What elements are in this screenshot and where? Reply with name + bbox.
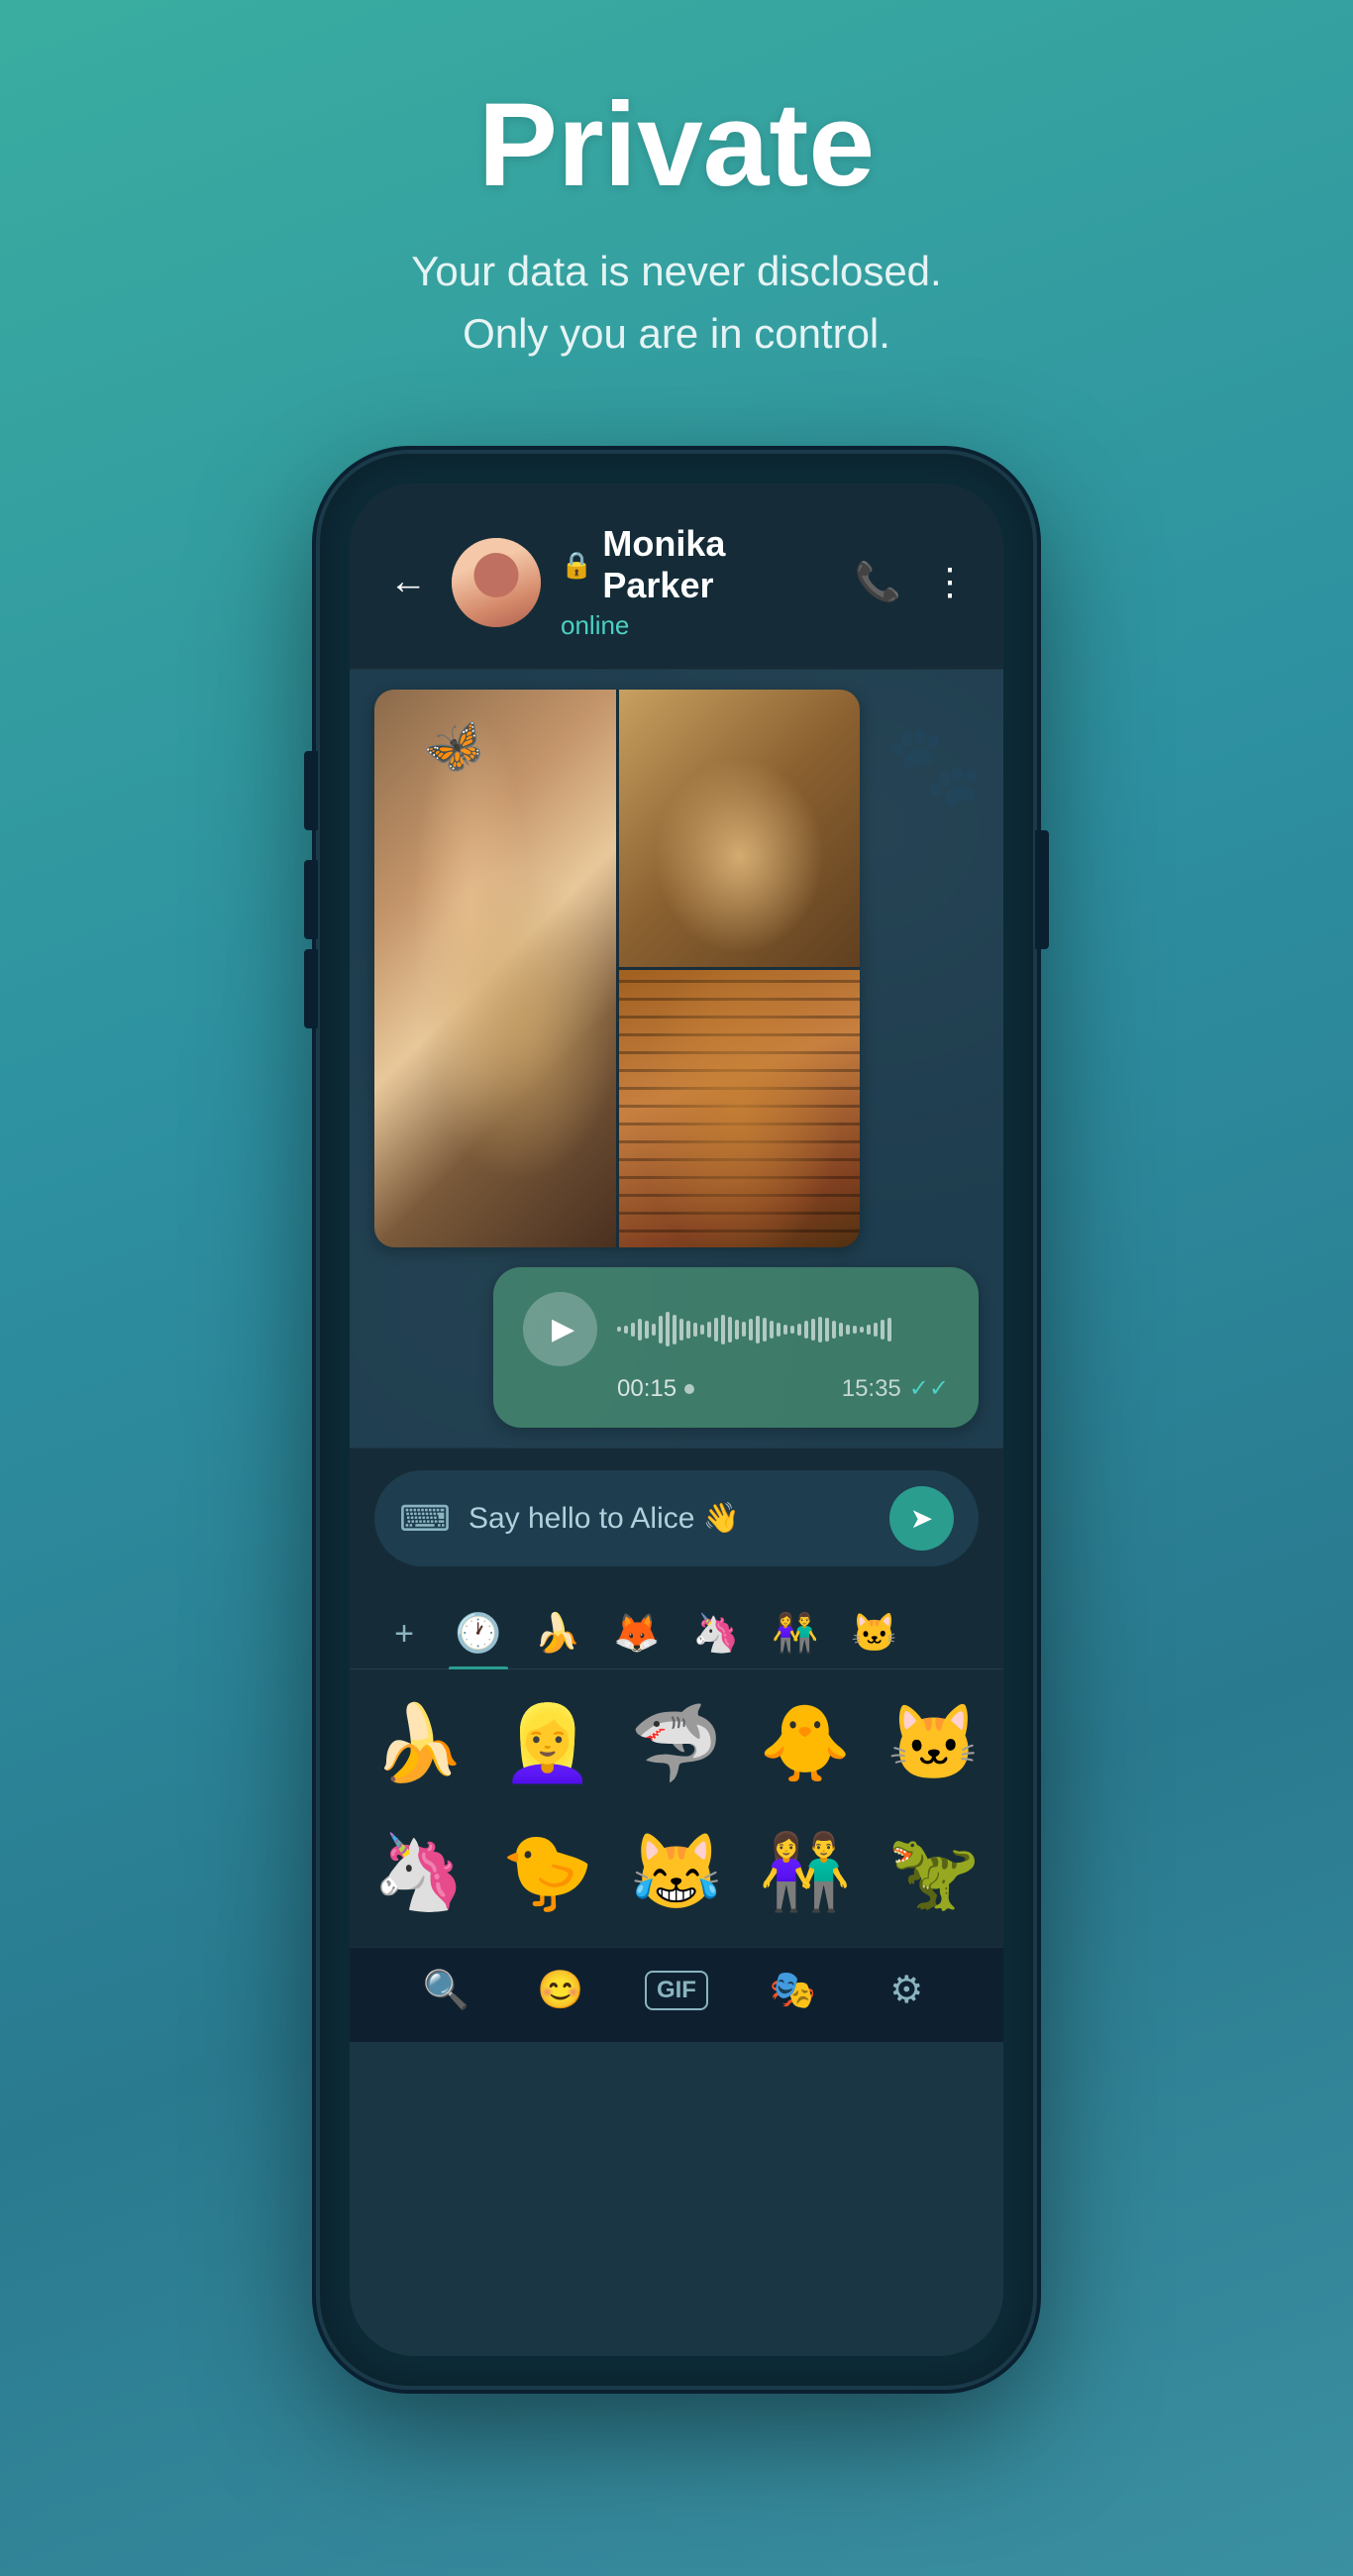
contact-info: 🔒 Monika Parker online: [561, 523, 835, 641]
sticker-tray-icon[interactable]: 🎭: [763, 1969, 822, 2012]
phone-screen: ← 🔒 Monika Parker online 📞 ⋮: [350, 483, 1003, 2356]
sticker-banana-beach[interactable]: 🍌: [360, 1684, 478, 1803]
phone-frame: ← 🔒 Monika Parker online 📞 ⋮: [320, 454, 1033, 2386]
voice-duration: 00:15: [617, 1375, 694, 1403]
sticker-couple2[interactable]: 👫: [746, 1813, 865, 1932]
photo-grid: [374, 690, 860, 1247]
chat-background: 🐾 ▶: [350, 670, 1003, 1448]
sticker-tab-cat2[interactable]: 🐱: [835, 1599, 914, 1668]
sticker-tab-banana[interactable]: 🍌: [518, 1599, 597, 1668]
voice-content: ▶: [523, 1292, 949, 1366]
phone-mockup: ← 🔒 Monika Parker online 📞 ⋮: [320, 454, 1033, 2386]
input-area: ⌨ Say hello to Alice 👋 ➤: [350, 1448, 1003, 1584]
chat-messages: ▶ 00:15 15:35 ✓✓: [350, 670, 1003, 1448]
chat-header: ← 🔒 Monika Parker online 📞 ⋮: [350, 483, 1003, 670]
subtitle-line1: Your data is never disclosed.: [411, 248, 941, 294]
emoji-icon[interactable]: 😊: [531, 1969, 590, 2012]
sticker-dino[interactable]: 🦖: [875, 1813, 993, 1932]
sticker-tab-recent[interactable]: 🕐: [439, 1599, 518, 1668]
photo-grid-message: [374, 690, 860, 1247]
sticker-unicorn2[interactable]: 🦄: [360, 1813, 478, 1932]
sticker-shark[interactable]: 🦈: [617, 1684, 736, 1803]
settings-icon[interactable]: ⚙: [877, 1968, 936, 2012]
sticker-tab-fox[interactable]: 🦊: [597, 1599, 676, 1668]
back-button[interactable]: ←: [384, 556, 432, 608]
sticker-cat-roar[interactable]: 🐱: [875, 1684, 993, 1803]
bottom-bar: 🔍 😊 GIF 🎭 ⚙: [350, 1947, 1003, 2042]
contact-name: Monika Parker: [602, 523, 834, 606]
subtitle-line2: Only you are in control.: [463, 310, 890, 357]
waveform: [617, 1310, 949, 1349]
call-icon[interactable]: 📞: [855, 561, 901, 604]
play-icon: ▶: [552, 1312, 574, 1346]
tiger-photo[interactable]: [619, 970, 861, 1247]
sticker-marilyn[interactable]: 👱‍♀️: [488, 1684, 607, 1803]
keyboard-icon[interactable]: ⌨: [399, 1498, 451, 1540]
contact-status: online: [561, 610, 835, 641]
hero-subtitle: Your data is never disclosed. Only you a…: [40, 240, 1313, 365]
avatar: [452, 538, 541, 627]
sticker-duck-cry[interactable]: 🐤: [488, 1813, 607, 1932]
sticker-tabs: + 🕐 🍌 🦊 🦄 👫 🐱: [350, 1584, 1003, 1669]
dot-indicator: [684, 1384, 694, 1394]
cat-photo[interactable]: [374, 690, 616, 1247]
sticker-tab-unicorn[interactable]: 🦄: [676, 1599, 756, 1668]
input-row: ⌨ Say hello to Alice 👋 ➤: [374, 1470, 979, 1566]
contact-name-row: 🔒 Monika Parker: [561, 523, 835, 606]
search-icon[interactable]: 🔍: [417, 1969, 476, 2012]
hero-section: Private Your data is never disclosed. On…: [0, 0, 1353, 414]
hamster-photo[interactable]: [619, 690, 861, 967]
send-button[interactable]: ➤: [889, 1486, 954, 1551]
avatar-image: [452, 538, 541, 627]
sticker-tab-add[interactable]: +: [369, 1599, 439, 1668]
hero-title: Private: [40, 79, 1313, 210]
sticker-panel: + 🕐 🍌 🦊 🦄 👫 🐱 🍌 👱‍♀️ 🦈 🐥 🐱 🦄 🐤: [350, 1584, 1003, 2042]
sticker-tab-couple[interactable]: 👫: [756, 1599, 835, 1668]
more-menu-icon[interactable]: ⋮: [931, 560, 969, 604]
gif-button[interactable]: GIF: [645, 1971, 708, 2010]
play-button[interactable]: ▶: [523, 1292, 597, 1366]
message-input[interactable]: Say hello to Alice 👋: [468, 1501, 872, 1536]
voice-time: 15:35 ✓✓: [842, 1374, 949, 1403]
voice-meta: 00:15 15:35 ✓✓: [523, 1374, 949, 1403]
sticker-duck-hearts[interactable]: 🐥: [746, 1684, 865, 1803]
header-actions: 📞 ⋮: [855, 560, 969, 604]
double-check-icon: ✓✓: [909, 1374, 949, 1403]
lock-icon: 🔒: [561, 550, 592, 581]
voice-message-bubble: ▶ 00:15 15:35 ✓✓: [493, 1267, 979, 1428]
send-icon: ➤: [910, 1502, 933, 1535]
sticker-grid-row1: 🍌 👱‍♀️ 🦈 🐥 🐱 🦄 🐤 😹 👫 🦖: [350, 1669, 1003, 1947]
sticker-haha[interactable]: 😹: [617, 1813, 736, 1932]
